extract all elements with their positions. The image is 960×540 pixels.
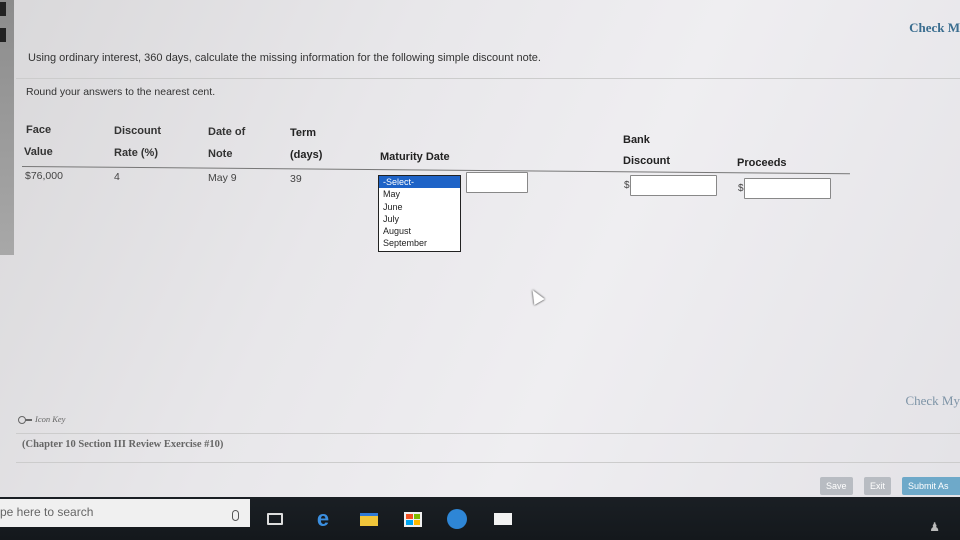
store-icon[interactable] [402,508,424,530]
task-view-icon[interactable] [264,508,286,530]
exit-button[interactable]: Exit [864,477,892,495]
header-maturity-date: Maturity Date [380,151,450,163]
divider [16,462,960,463]
icon-key-label: Icon Key [35,414,66,424]
header-rate: Rate (%) [114,147,159,159]
cell-discount-rate: 4 [114,171,120,183]
dropdown-option[interactable]: June [379,201,460,213]
left-sidebar-strip [0,0,14,255]
divider [16,433,960,434]
key-icon [18,415,32,424]
dropdown-option[interactable]: September [379,237,460,249]
file-explorer-icon[interactable] [358,508,380,530]
header-date-of: Date of [208,126,246,138]
header-days: (days) [290,149,323,161]
maturity-day-input[interactable] [466,172,528,193]
bank-discount-input[interactable] [630,175,717,196]
people-icon[interactable]: ♟ [929,520,940,534]
cell-face-value: $76,000 [25,170,63,182]
bank-discount-dollar-sign: $ [624,180,630,191]
cell-term: 39 [290,173,302,185]
header-bank: Bank [623,134,650,146]
check-my-work-link-bottom[interactable]: Check My [905,393,960,409]
cell-date-of-note: May 9 [208,172,237,184]
dropdown-option[interactable]: May [379,188,460,200]
search-placeholder: pe here to search [0,505,94,519]
divider [16,78,960,79]
proceeds-input[interactable] [744,178,831,199]
instruction-text: Using ordinary interest, 360 days, calcu… [28,52,541,64]
header-term: Term [290,127,317,139]
dropdown-option[interactable]: July [379,213,460,225]
taskbar-search-box[interactable]: pe here to search [0,499,250,527]
edge-browser-icon[interactable]: e [312,506,334,531]
app-icon[interactable] [446,508,468,530]
exercise-reference: (Chapter 10 Section III Review Exercise … [22,439,224,450]
strip-marker [0,28,6,42]
icon-key[interactable]: Icon Key [18,414,65,424]
header-note: Note [208,148,233,160]
maturity-month-dropdown[interactable]: -Select- May June July August September [378,175,461,252]
header-face: Face [26,124,52,136]
header-value: Value [24,146,53,158]
dropdown-option[interactable]: -Select- [379,176,460,189]
mouse-cursor-icon [527,286,545,306]
check-my-work-link-top[interactable]: Check M [909,20,960,36]
submit-button[interactable]: Submit As [902,477,960,495]
proceeds-dollar-sign: $ [738,183,744,194]
microphone-icon[interactable] [232,510,239,521]
mail-icon[interactable] [492,508,514,530]
header-bank-discount: Discount [623,155,671,167]
strip-marker [0,2,6,16]
header-proceeds: Proceeds [737,157,787,169]
table-header-rule [21,166,850,175]
rounding-note: Round your answers to the nearest cent. [26,86,216,98]
save-button[interactable]: Save [820,477,853,495]
dropdown-option[interactable]: August [379,225,460,237]
header-discount: Discount [114,125,162,137]
